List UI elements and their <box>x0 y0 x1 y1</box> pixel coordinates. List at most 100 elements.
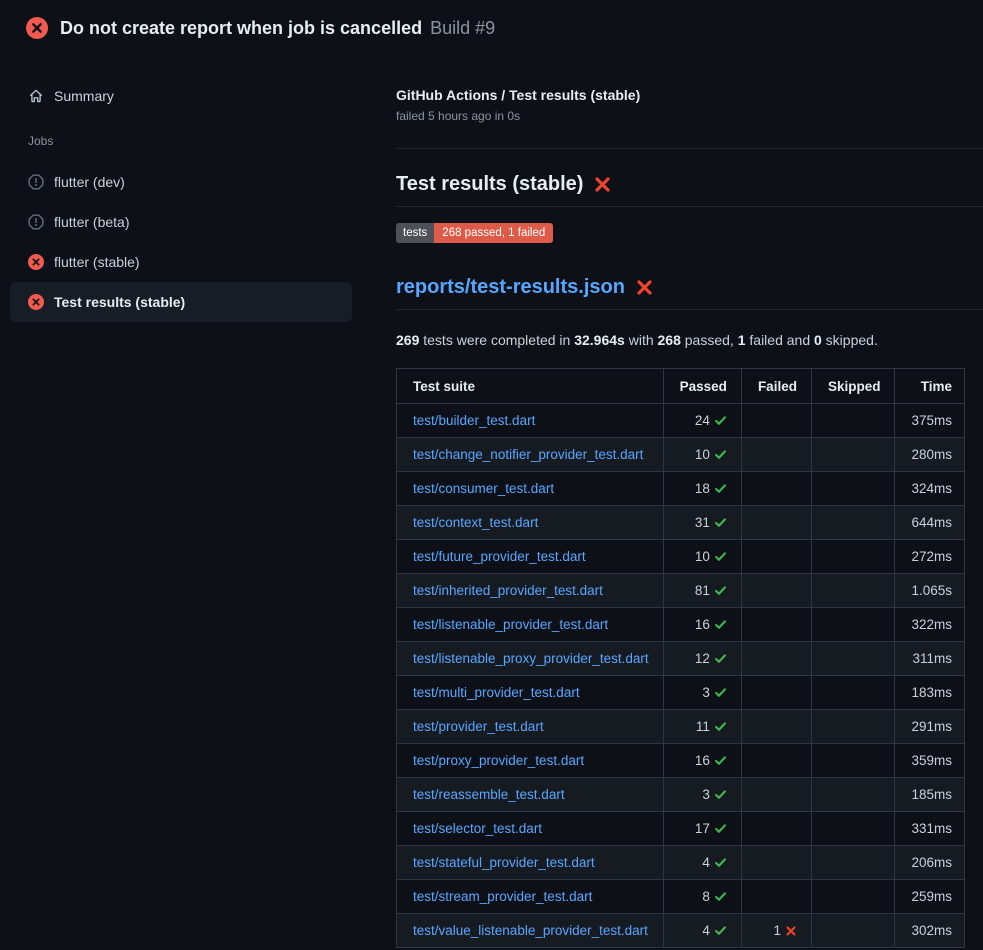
table-row: test/selector_test.dart 17 331ms <box>397 812 965 846</box>
time-cell: 280ms <box>895 438 965 472</box>
sidebar-item-job-1[interactable]: flutter (beta) <box>10 202 352 242</box>
summary-segment: with <box>625 332 658 348</box>
passed-count: 16 <box>695 753 710 768</box>
check-icon <box>714 686 727 699</box>
failed-x-icon <box>593 175 612 194</box>
time-cell: 311ms <box>895 642 965 676</box>
job-label: flutter (stable) <box>54 254 140 270</box>
test-suite-link[interactable]: test/builder_test.dart <box>413 413 535 428</box>
time-cell: 331ms <box>895 812 965 846</box>
summary-segment: 268 <box>658 332 681 348</box>
summary-segment: passed, <box>681 332 738 348</box>
passed-count: 17 <box>695 821 710 836</box>
passed-count: 11 <box>696 719 710 734</box>
summary-segment: 32.964s <box>574 332 625 348</box>
check-icon <box>714 754 727 767</box>
skipped-cell <box>811 812 895 846</box>
failed-circle-icon <box>28 294 44 310</box>
home-icon <box>28 88 44 104</box>
test-suite-link[interactable]: test/stream_provider_test.dart <box>413 889 592 904</box>
check-icon <box>714 482 727 495</box>
tests-badge-label: tests <box>396 223 434 243</box>
test-suite-link[interactable]: test/proxy_provider_test.dart <box>413 753 584 768</box>
check-icon <box>714 856 727 869</box>
passed-count: 3 <box>702 787 710 802</box>
failed-count: 1 <box>773 923 781 938</box>
table-row: test/change_notifier_provider_test.dart 1… <box>397 438 965 472</box>
jobs-list: flutter (dev) flutter (beta) flutter (stab… <box>0 162 380 322</box>
passed-count: 81 <box>695 583 710 598</box>
table-row: test/future_provider_test.dart 10 272ms <box>397 540 965 574</box>
test-suite-link[interactable]: test/consumer_test.dart <box>413 481 554 496</box>
table-row: test/value_listenable_provider_test.dart… <box>397 914 965 948</box>
table-row: test/reassemble_test.dart 3 185ms <box>397 778 965 812</box>
test-suite-link[interactable]: test/context_test.dart <box>413 515 538 530</box>
sidebar-item-job-2[interactable]: flutter (stable) <box>10 242 352 282</box>
check-icon <box>714 584 727 597</box>
main-content: GitHub Actions / Test results (stable) f… <box>396 0 983 948</box>
skipped-cell <box>811 472 895 506</box>
passed-count: 31 <box>695 515 710 530</box>
failed-status-icon <box>26 17 48 39</box>
test-suite-link[interactable]: test/multi_provider_test.dart <box>413 685 580 700</box>
table-row: test/builder_test.dart24375ms <box>397 404 965 438</box>
summary-segment: 1 <box>738 332 746 348</box>
sidebar-summary-label: Summary <box>54 88 114 104</box>
summary-segment: skipped. <box>822 332 878 348</box>
skipped-cell <box>811 404 895 438</box>
table-row: test/consumer_test.dart18324ms <box>397 472 965 506</box>
check-icon <box>714 720 727 733</box>
passed-count: 10 <box>695 549 710 564</box>
page-title: Do not create report when job is cancell… <box>60 18 422 39</box>
sidebar-item-job-3[interactable]: Test results (stable) <box>10 282 352 322</box>
time-cell: 259ms <box>895 880 965 914</box>
job-label: flutter (beta) <box>54 214 129 230</box>
sidebar-item-summary[interactable]: Summary <box>10 80 352 112</box>
table-row: test/provider_test.dart 11 291ms <box>397 710 965 744</box>
test-results-table: Test suite Passed Failed Skipped Time te… <box>396 368 965 948</box>
table-row: test/proxy_provider_test.dart16359ms <box>397 744 965 778</box>
jobs-section-label: Jobs <box>28 134 53 148</box>
passed-count: 8 <box>702 889 710 904</box>
summary-segment: 0 <box>814 332 822 348</box>
check-icon <box>714 924 727 937</box>
test-suite-link[interactable]: test/value_listenable_provider_test.dart <box>413 923 648 938</box>
passed-count: 4 <box>702 923 710 938</box>
failed-circle-icon <box>28 254 44 270</box>
time-cell: 185ms <box>895 778 965 812</box>
time-cell: 644ms <box>895 506 965 540</box>
report-file-link[interactable]: reports/test-results.json <box>396 274 625 300</box>
skipped-cell <box>811 540 895 574</box>
tests-summary-line: 269 tests were completed in 32.964s with… <box>396 331 983 349</box>
test-suite-link[interactable]: test/inherited_provider_test.dart <box>413 583 603 598</box>
run-meta: failed 5 hours ago in 0s <box>396 109 983 124</box>
time-cell: 272ms <box>895 540 965 574</box>
failed-x-icon <box>635 278 654 297</box>
summary-segment: tests were completed in <box>419 332 574 348</box>
test-suite-link[interactable]: test/change_notifier_provider_test.dart <box>413 447 643 462</box>
test-suite-link[interactable]: test/provider_test.dart <box>413 719 544 734</box>
table-row: test/inherited_provider_test.dart811.065… <box>397 574 965 608</box>
passed-count: 4 <box>702 855 710 870</box>
test-suite-link[interactable]: test/listenable_provider_test.dart <box>413 617 608 632</box>
passed-count: 10 <box>695 447 710 462</box>
time-cell: 324ms <box>895 472 965 506</box>
skipped-cell <box>811 744 895 778</box>
time-cell: 375ms <box>895 404 965 438</box>
time-cell: 291ms <box>895 710 965 744</box>
test-suite-link[interactable]: test/listenable_proxy_provider_test.dart <box>413 651 649 666</box>
sidebar-item-job-0[interactable]: flutter (dev) <box>10 162 352 202</box>
test-suite-link[interactable]: test/reassemble_test.dart <box>413 787 565 802</box>
test-suite-link[interactable]: test/future_provider_test.dart <box>413 549 586 564</box>
skipped-cell <box>811 710 895 744</box>
check-icon <box>714 414 727 427</box>
summary-segment: failed and <box>746 332 815 348</box>
check-icon <box>714 516 727 529</box>
summary-segment: 269 <box>396 332 419 348</box>
time-cell: 206ms <box>895 846 965 880</box>
skipped-cell <box>811 880 895 914</box>
test-suite-link[interactable]: test/stateful_provider_test.dart <box>413 855 595 870</box>
test-suite-link[interactable]: test/selector_test.dart <box>413 821 542 836</box>
tests-badge-value: 268 passed, 1 failed <box>434 223 553 243</box>
skipped-cell <box>811 778 895 812</box>
